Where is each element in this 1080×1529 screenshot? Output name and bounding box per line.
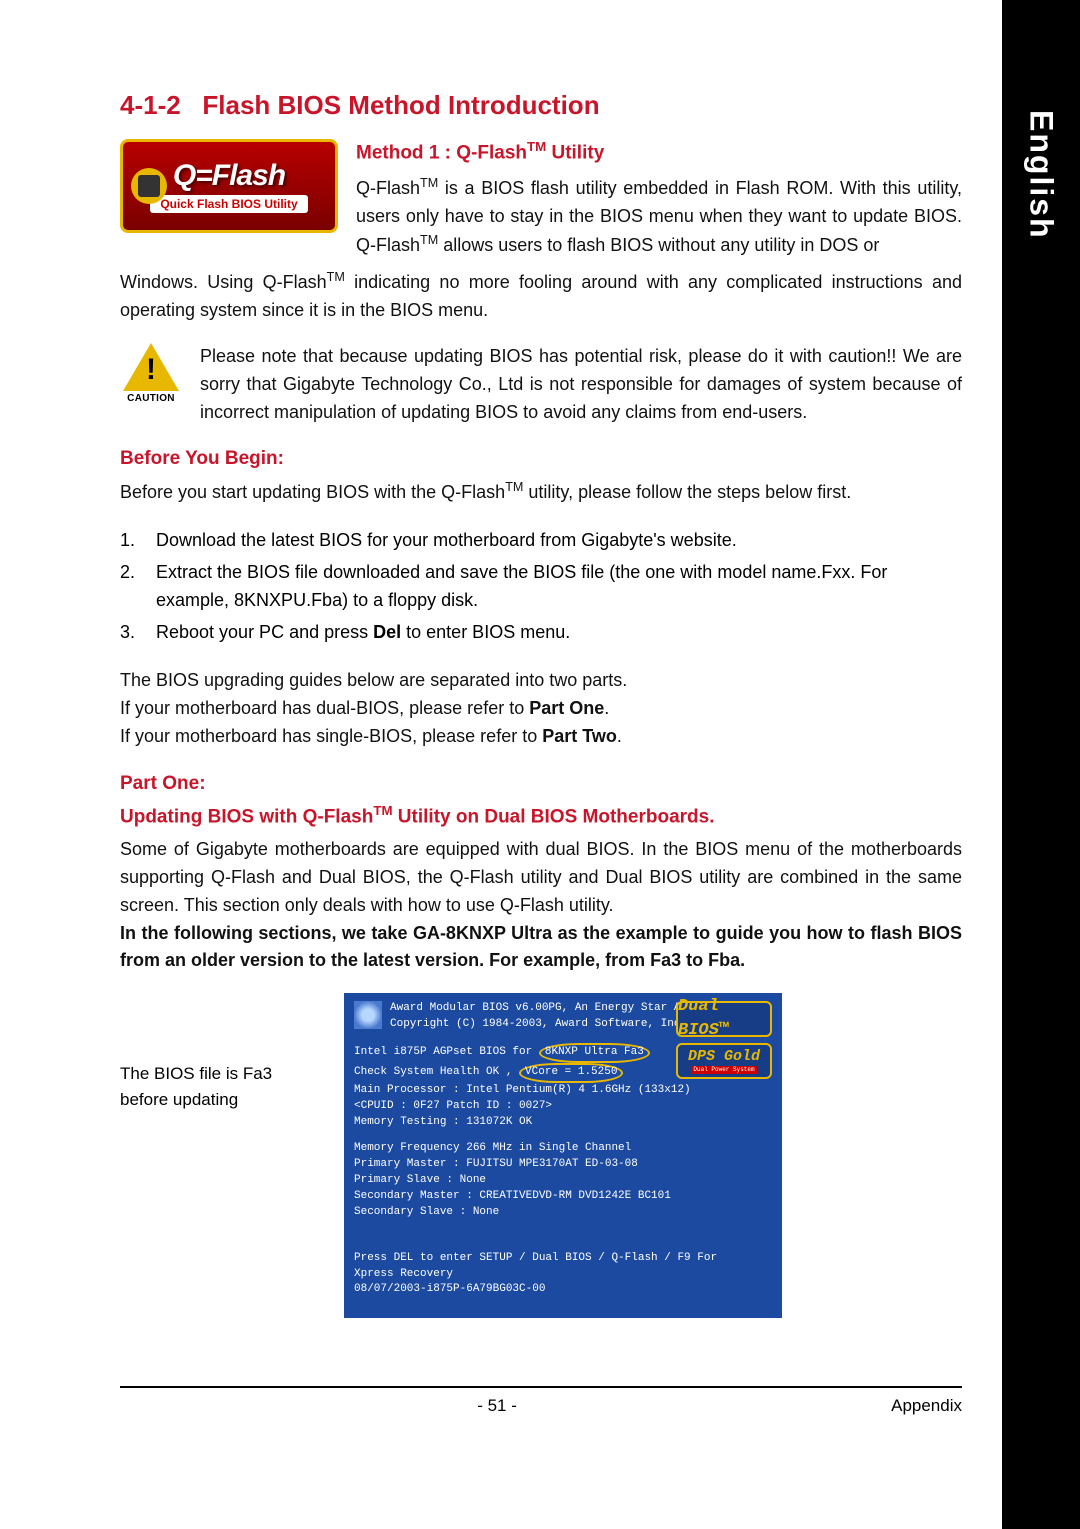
logo-main: Q=Flash <box>173 159 285 193</box>
bios-line: Secondary Slave : None <box>354 1205 772 1221</box>
language-tab: English <box>1002 0 1080 255</box>
highlight-circle: 8KNXP Ultra Fa3 <box>539 1043 650 1063</box>
bios-post-screen: Dual BIOS™ DPS Gold Dual Power System Aw… <box>344 993 782 1318</box>
guide-note-c: If your motherboard has single-BIOS, ple… <box>120 723 962 751</box>
guide-note-a: The BIOS upgrading guides below are sepa… <box>120 667 962 695</box>
bios-line: Press DEL to enter SETUP / Dual BIOS / Q… <box>354 1251 772 1267</box>
energy-star-icon <box>354 1001 382 1029</box>
footer-rule <box>120 1386 962 1388</box>
bios-line: Memory Testing : 131072K OK <box>354 1115 772 1131</box>
bios-note: The BIOS file is Fa3 before updating <box>120 993 320 1112</box>
list-item: 2.Extract the BIOS file downloaded and s… <box>120 559 962 615</box>
section-number: 4-1-2 <box>120 90 181 120</box>
before-list: 1.Download the latest BIOS for your moth… <box>120 527 962 647</box>
method1-intro: Q-FlashTM is a BIOS flash utility embedd… <box>356 174 962 260</box>
logo-sub: Quick Flash BIOS Utility <box>150 195 307 213</box>
bios-line: Main Processor : Intel Pentium(R) 4 1.6G… <box>354 1083 772 1099</box>
bios-line: Xpress Recovery <box>354 1267 772 1283</box>
list-item: 3.Reboot your PC and press Del to enter … <box>120 619 962 647</box>
bios-line: Primary Master : FUJITSU MPE3170AT ED-03… <box>354 1157 772 1173</box>
part-one-heading: Part One: <box>120 773 962 795</box>
highlight-circle: VCore = 1.5250 <box>519 1063 623 1083</box>
page-number: - 51 - <box>477 1396 517 1416</box>
section-title: Flash BIOS Method Introduction <box>202 90 599 120</box>
part-one-subheading: Updating BIOS with Q-FlashTM Utility on … <box>120 803 962 828</box>
page-footer: - 51 - Appendix <box>120 1396 962 1416</box>
before-intro: Before you start updating BIOS with the … <box>120 478 962 507</box>
part-one-bold: In the following sections, we take GA-8K… <box>120 920 962 976</box>
bios-line: Secondary Master : CREATIVEDVD-RM DVD124… <box>354 1189 772 1205</box>
footer-section: Appendix <box>891 1396 962 1416</box>
qflash-logo: Q=Flash Quick Flash BIOS Utility <box>120 139 338 233</box>
bios-line: Primary Slave : None <box>354 1173 772 1189</box>
dual-bios-badge: Dual BIOS™ <box>676 1001 772 1037</box>
clock-icon <box>131 168 167 204</box>
caution-icon: ! CAUTION <box>120 343 182 427</box>
guide-note-b: If your motherboard has dual-BIOS, pleas… <box>120 695 962 723</box>
caution-text: Please note that because updating BIOS h… <box>200 343 962 427</box>
dps-gold-badge: DPS Gold Dual Power System <box>676 1043 772 1079</box>
method1-title: Method 1 : Q-FlashTM Utility <box>356 139 962 164</box>
list-item: 1.Download the latest BIOS for your moth… <box>120 527 962 555</box>
bios-line: <CPUID : 0F27 Patch ID : 0027> <box>354 1099 772 1115</box>
part-one-para: Some of Gigabyte motherboards are equipp… <box>120 836 962 920</box>
before-heading: Before You Begin: <box>120 448 962 470</box>
section-heading: 4-1-2 Flash BIOS Method Introduction <box>120 90 962 121</box>
tm-mark: TM <box>527 139 546 154</box>
bios-line: 08/07/2003-i875P-6A79BG03C-00 <box>354 1282 772 1298</box>
bios-line: Memory Frequency 266 MHz in Single Chann… <box>354 1141 772 1157</box>
method1-continued: Windows. Using Q-FlashTM indicating no m… <box>120 268 962 325</box>
